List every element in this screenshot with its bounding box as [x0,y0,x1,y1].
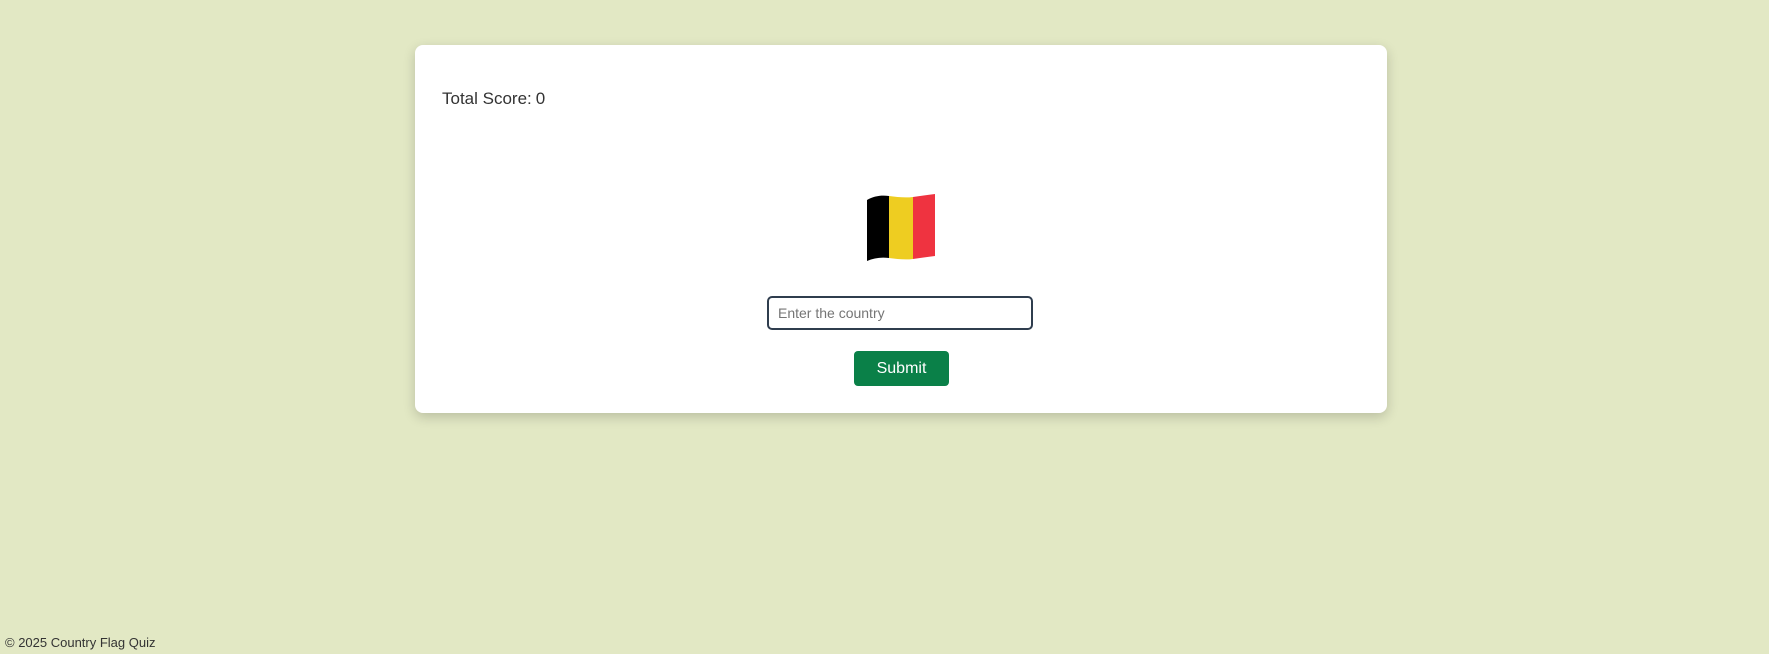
quiz-card: Total Score:0 Submit [415,45,1387,413]
flag-stripe-red [913,194,935,259]
flag-shade [889,196,913,260]
flag-stripe-black [867,195,889,261]
submit-button[interactable]: Submit [854,351,949,386]
footer-copyright: © 2025 Country Flag Quiz [5,635,156,650]
score-value: 0 [535,89,546,108]
total-score: Total Score: 0 [442,89,545,109]
page: Total Score:0 Submit © 2025 Country Flag… [0,0,1769,654]
flag-graphic [867,194,935,261]
score-label: Total Score: [442,89,532,108]
country-input[interactable] [767,296,1033,330]
belgium-flag-icon [865,192,937,262]
